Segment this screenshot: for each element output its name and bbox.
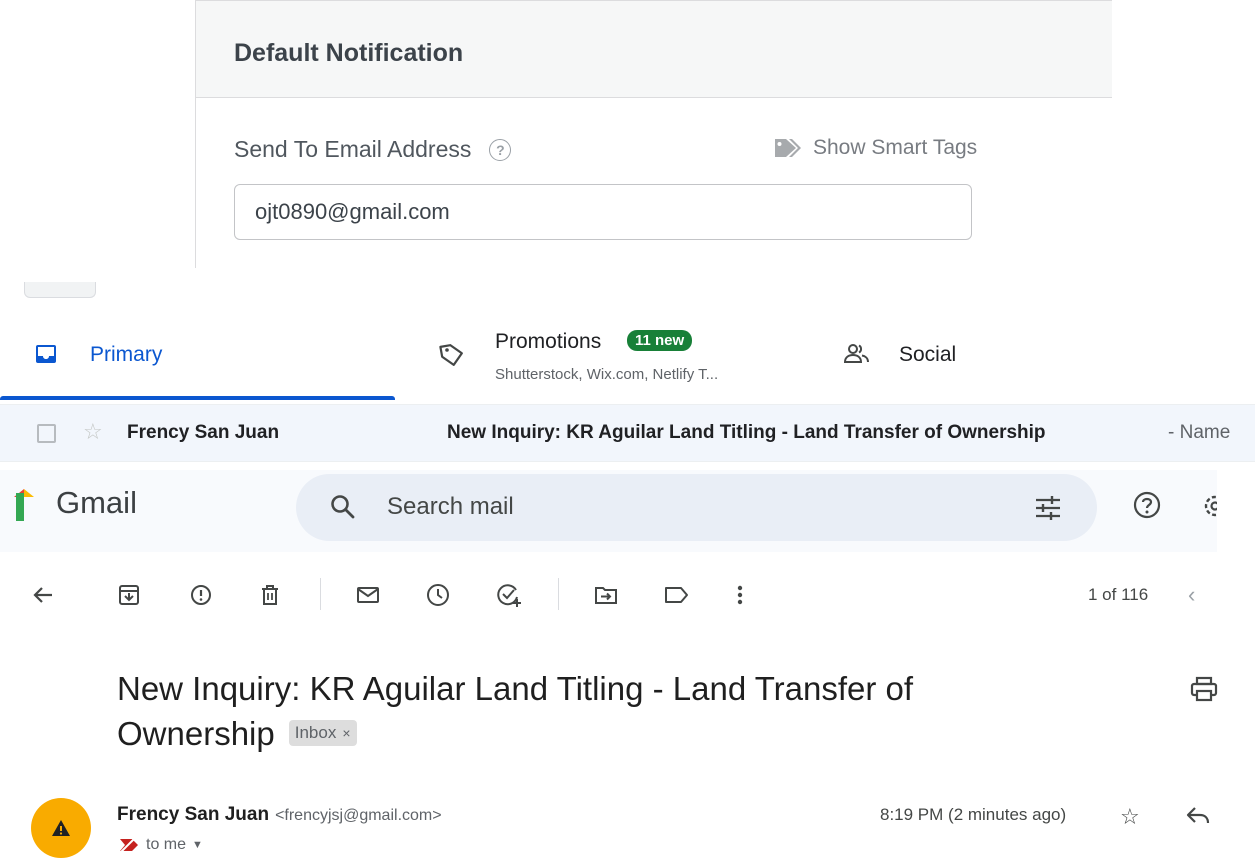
sender-avatar[interactable]: [31, 798, 91, 858]
arrow-back-icon: [33, 587, 52, 603]
tab-social-label: Social: [899, 343, 957, 366]
compose-button-fragment[interactable]: [24, 282, 96, 298]
more-options-button[interactable]: [727, 582, 753, 608]
sender-info: Frency San Juan <frencyjsj@gmail.com>: [117, 804, 442, 826]
report-spam-button[interactable]: [188, 582, 214, 608]
sender-email: <frencyjsj@gmail.com>: [275, 807, 442, 824]
inbox-icon: [36, 345, 56, 363]
importance-marker-icon: [120, 837, 138, 853]
smart-tags-label: Show Smart Tags: [813, 136, 978, 159]
reply-icon[interactable]: [1185, 804, 1211, 826]
search-input[interactable]: Search mail: [387, 493, 514, 521]
search-bar[interactable]: Search mail: [296, 474, 1097, 541]
search-icon[interactable]: [330, 494, 356, 520]
gmail-header: Gmail Search mail: [0, 470, 1217, 552]
email-subject-text: New Inquiry: KR Aguilar Land Titling - L…: [117, 670, 914, 752]
labels-button[interactable]: [664, 582, 690, 608]
print-icon[interactable]: [1190, 676, 1218, 702]
notification-panel: Default Notification Send To Email Addre…: [195, 0, 1112, 268]
toolbar-divider: [320, 578, 321, 610]
tags-icon: [775, 139, 801, 157]
mail-icon: [357, 587, 379, 603]
inbox-chip-label: Inbox: [294, 723, 337, 743]
recipient-label: to me: [146, 836, 187, 853]
gmail-logo-icon[interactable]: [14, 487, 36, 521]
clock-icon: [427, 584, 449, 606]
email-subject-heading: New Inquiry: KR Aguilar Land Titling - L…: [117, 666, 1017, 756]
active-tab-indicator: [0, 396, 395, 400]
send-to-email-input[interactable]: ojt0890@gmail.com: [234, 184, 972, 240]
people-icon: [844, 344, 869, 363]
help-icon[interactable]: ?: [489, 138, 512, 161]
back-button[interactable]: [30, 582, 56, 608]
row-star-icon[interactable]: ☆: [83, 419, 103, 445]
toolbar-divider: [558, 578, 559, 610]
send-to-label-text: Send To Email Address: [234, 136, 472, 162]
support-icon[interactable]: [1133, 491, 1161, 519]
send-to-label: Send To Email Address ?: [234, 136, 512, 163]
move-to-folder-icon: [595, 587, 617, 604]
inbox-tabs: Primary Promotions 11 new Shutterstock, …: [0, 310, 1255, 400]
snooze-button[interactable]: [425, 582, 451, 608]
archive-button[interactable]: [116, 582, 142, 608]
older-chevron-icon[interactable]: ‹: [1188, 582, 1195, 608]
tab-primary-label: Primary: [90, 343, 163, 366]
mark-unread-button[interactable]: [355, 582, 381, 608]
row-checkbox[interactable]: [37, 424, 56, 443]
promotions-senders: Shutterstock, Wix.com, Netlify T...: [495, 366, 719, 383]
tag-icon: [439, 344, 463, 366]
email-list-row[interactable]: ☆ Frency San Juan New Inquiry: KR Aguila…: [0, 404, 1255, 462]
show-smart-tags-link[interactable]: Show Smart Tags: [773, 136, 977, 160]
search-options-icon[interactable]: [1034, 495, 1062, 521]
row-snippet: - Name: [1168, 422, 1231, 443]
row-subject: New Inquiry: KR Aguilar Land Titling - L…: [447, 422, 1046, 443]
pagination-count: 1 of 116: [1088, 585, 1149, 604]
add-task-icon: [497, 584, 521, 607]
star-icon[interactable]: ☆: [1120, 804, 1140, 830]
settings-gear-icon[interactable]: [1197, 490, 1217, 522]
report-spam-icon: [191, 585, 211, 605]
label-icon: [665, 587, 688, 603]
more-vert-icon: [737, 585, 743, 605]
warning-icon: [52, 820, 70, 836]
notification-header: Default Notification: [196, 0, 1112, 98]
inbox-label-chip[interactable]: Inbox ×: [288, 720, 357, 747]
tab-social[interactable]: Social: [840, 310, 1140, 400]
email-timestamp: 8:19 PM (2 minutes ago): [880, 805, 1067, 824]
archive-icon: [119, 585, 139, 605]
tab-promotions[interactable]: Promotions 11 new Shutterstock, Wix.com,…: [435, 310, 815, 400]
row-sender: Frency San Juan: [127, 422, 280, 443]
delete-button[interactable]: [257, 582, 283, 608]
notification-title: Default Notification: [234, 39, 464, 67]
gmail-logo-text[interactable]: Gmail: [56, 485, 137, 521]
message-toolbar: 1 of 116 ‹: [0, 570, 1255, 620]
move-to-button[interactable]: [593, 582, 619, 608]
tab-primary[interactable]: Primary: [0, 310, 395, 400]
add-to-tasks-button[interactable]: [496, 582, 522, 608]
trash-icon: [262, 585, 278, 605]
remove-label-icon[interactable]: ×: [342, 722, 350, 744]
recipient-details-toggle[interactable]: to me ▼: [118, 836, 203, 854]
dropdown-caret-icon: ▼: [192, 839, 203, 851]
promotions-new-badge: 11 new: [627, 330, 693, 351]
sender-name[interactable]: Frency San Juan: [117, 804, 269, 825]
tab-promotions-label: Promotions: [495, 330, 602, 353]
